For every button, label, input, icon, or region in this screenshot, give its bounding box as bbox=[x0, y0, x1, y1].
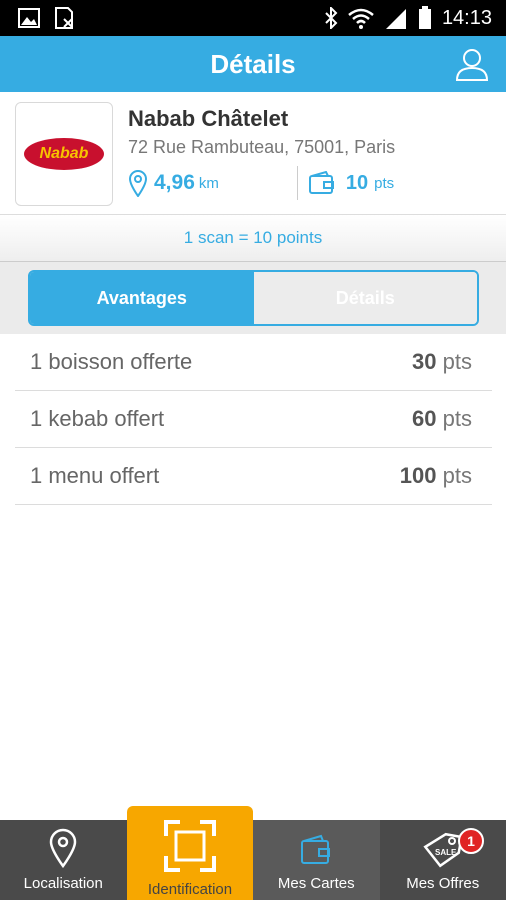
reward-points-value: 100 bbox=[399, 463, 437, 488]
store-card: Nabab Nabab Châtelet 72 Rue Rambuteau, 7… bbox=[0, 92, 506, 214]
screen: 14:13 Détails Nabab Nabab Châtelet 72 Ru… bbox=[0, 0, 506, 900]
reward-label: 1 kebab offert bbox=[30, 406, 165, 431]
user-icon[interactable] bbox=[454, 46, 490, 82]
tabs-area: Avantages Détails bbox=[0, 262, 506, 334]
reward-points: 100 pts bbox=[400, 463, 472, 489]
nav-label: Localisation bbox=[23, 875, 103, 892]
reward-points-unit: pts bbox=[442, 349, 472, 374]
bluetooth-icon bbox=[325, 7, 338, 29]
battery-icon bbox=[418, 6, 431, 29]
distance-unit: km bbox=[198, 174, 219, 192]
nav-mes-cartes[interactable]: Mes Cartes bbox=[253, 820, 380, 900]
nav-label: Identification bbox=[147, 881, 233, 898]
list-item[interactable]: 1 menu offert 100 pts bbox=[15, 448, 492, 505]
scan-info-bar: 1 scan = 10 points bbox=[0, 214, 506, 262]
list-item[interactable]: 1 kebab offert 60 pts bbox=[15, 391, 492, 448]
logo-text: Nabab bbox=[39, 145, 89, 162]
store-name: Nabab Châtelet bbox=[128, 106, 289, 131]
wallet-icon bbox=[308, 171, 334, 194]
nav-mes-offres[interactable]: SALE 1 Mes Offres bbox=[380, 820, 506, 900]
app-header: Détails bbox=[0, 36, 506, 92]
meta-divider bbox=[296, 166, 298, 200]
store-distance: 4,96 bbox=[154, 171, 195, 194]
bottom-nav: Localisation Mes Cartes SALE 1 Mes Offre… bbox=[0, 820, 506, 900]
store-logo: Nabab bbox=[15, 102, 113, 206]
sim-notification-icon bbox=[55, 7, 73, 29]
tab-avantages[interactable]: Avantages bbox=[30, 272, 254, 324]
wallet-icon bbox=[301, 834, 331, 864]
tab-details[interactable]: Détails bbox=[253, 272, 477, 324]
nav-label: Mes Cartes bbox=[277, 875, 355, 892]
location-pin-icon bbox=[49, 828, 77, 868]
store-address: 72 Rue Rambuteau, 75001, Paris bbox=[128, 137, 396, 157]
reward-points-unit: pts bbox=[442, 406, 472, 431]
points-unit: pts bbox=[374, 174, 395, 192]
signal-icon bbox=[385, 9, 406, 29]
store-meta: 4,96 km 10 pts bbox=[128, 166, 394, 200]
reward-points-unit: pts bbox=[442, 463, 472, 488]
rewards-list: 1 boisson offerte 30 pts 1 kebab offert … bbox=[15, 334, 492, 505]
clock: 14:13 bbox=[441, 6, 492, 29]
gallery-notification-icon bbox=[18, 8, 40, 28]
reward-points: 60 pts bbox=[412, 406, 472, 432]
store-points: 10 bbox=[345, 171, 369, 194]
reward-label: 1 menu offert bbox=[30, 463, 160, 488]
nav-localisation[interactable]: Localisation bbox=[0, 820, 127, 900]
list-item[interactable]: 1 boisson offerte 30 pts bbox=[15, 334, 492, 391]
page-title: Détails bbox=[210, 48, 296, 79]
reward-points-value: 60 bbox=[412, 406, 437, 431]
segmented-tabs: Avantages Détails bbox=[28, 270, 479, 326]
nav-label: Mes Offres bbox=[406, 875, 480, 892]
scan-info: 1 scan = 10 points bbox=[183, 228, 323, 247]
nabab-logo: Nabab bbox=[24, 138, 104, 170]
reward-points-value: 30 bbox=[412, 349, 437, 374]
offers-badge: 1 bbox=[458, 828, 484, 854]
status-bar: 14:13 bbox=[0, 0, 506, 36]
location-pin-icon bbox=[128, 170, 148, 197]
nav-identification[interactable]: Identification bbox=[127, 806, 253, 900]
wifi-icon bbox=[348, 8, 374, 29]
reward-points: 30 pts bbox=[412, 349, 472, 375]
svg-text:SALE: SALE bbox=[435, 848, 457, 857]
scan-frame-icon bbox=[164, 820, 216, 872]
reward-label: 1 boisson offerte bbox=[30, 349, 193, 374]
